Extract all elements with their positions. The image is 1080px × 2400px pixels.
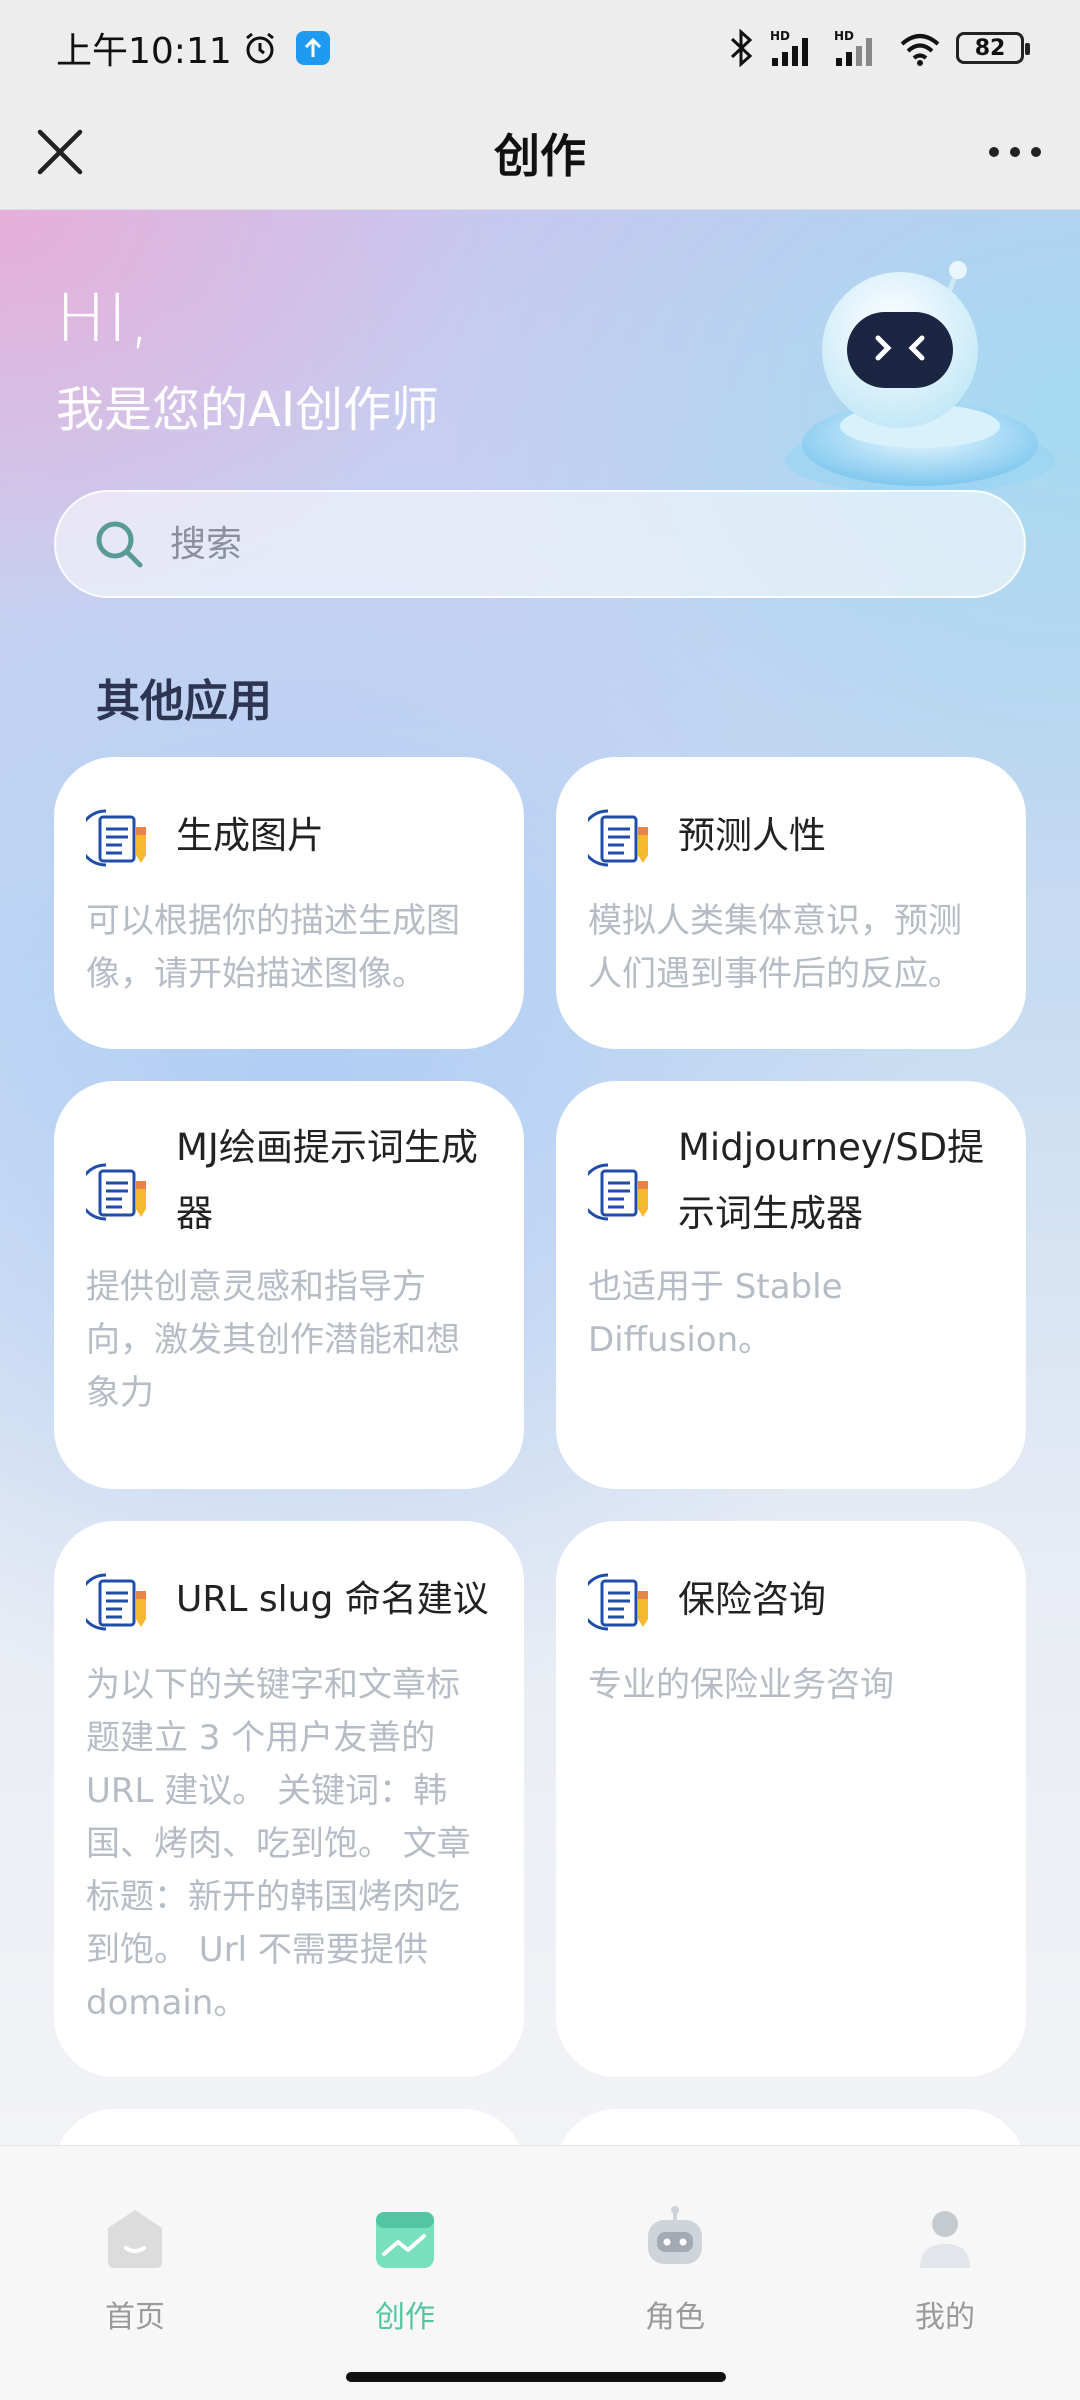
app-card-url-slug-naming[interactable]: URL slug 命名建议 为以下的关键字和文章标题建立 3 个用户友善的 UR… [54,1521,524,2077]
more-icon[interactable] [980,132,1050,172]
card-description: 模拟人类集体意识，预测人们遇到事件后的反应。 [588,901,962,994]
card-header: 保险咨询 [588,1567,994,1637]
signal-hd-icon: HD [834,29,872,66]
document-pen-icon [86,809,146,867]
document-pen-icon [86,1163,146,1221]
card-description: 为以下的关键字和文章标题建立 3 个用户友善的 URL 建议。 关键词：韩国、烤… [86,1665,471,2023]
tab-home[interactable]: 首页 [0,2146,270,2346]
tab-label: 创作 [375,2300,435,2335]
battery-icon: 82 [956,32,1030,64]
status-bar: 上午10:11 HD HD 82 [0,0,1080,96]
card-header: MJ绘画提示词生成器 [86,1126,492,1247]
main-content[interactable]: HI, 我是您的AI创作师 其他应用 [0,210,1080,2145]
tab-label: 首页 [105,2300,165,2335]
tab-label: 我的 [915,2300,975,2335]
card-title: MJ绘画提示词生成器 [176,1126,478,1235]
document-pen-icon [588,1573,648,1631]
nav-bar: 创作 [0,96,1080,210]
status-right: HD HD 82 [726,28,1030,68]
card-header: Midjourney/SD提示词生成器 [588,1126,994,1247]
status-left: 上午10:11 [56,22,330,74]
close-icon[interactable] [30,122,90,182]
robot-mascot-icon [785,261,1055,494]
home-icon [108,2210,162,2268]
card-header: 生成图片 [86,803,492,873]
card-title: 预测人性 [678,814,826,857]
section-title: 其他应用 [96,676,272,727]
status-time: 上午10:11 [56,31,232,72]
search-input[interactable] [170,523,970,565]
bottom-tab-bar: 首页 创作 角色 我的 [0,2145,1080,2400]
card-description: 提供创意灵感和指导方向，激发其创作潜能和想象力 [86,1267,460,1413]
greeting: HI, [56,280,153,357]
app-card-midjourney-sd-prompt-generator[interactable]: Midjourney/SD提示词生成器 也适用于 Stable Diffusio… [556,1081,1026,1489]
signal-hd-icon: HD [770,29,808,66]
app-card-predict-human-nature[interactable]: 预测人性 模拟人类集体意识，预测人们遇到事件后的反应。 [556,757,1026,1049]
create-icon [376,2212,434,2268]
card-header: 预测人性 [588,803,994,873]
search-bar[interactable] [54,490,1026,598]
tab-create[interactable]: 创作 [270,2146,540,2346]
bluetooth-icon [730,28,753,68]
card-title: 保险咨询 [678,1578,826,1621]
tab-label: 角色 [645,2300,705,2335]
wifi-icon [900,34,940,66]
app-card-partial[interactable] [54,2109,524,2145]
card-description: 可以根据你的描述生成图像，请开始描述图像。 [86,901,460,994]
card-description: 也适用于 Stable Diffusion。 [588,1267,843,1360]
page-title: 创作 [494,128,586,183]
document-pen-icon [588,809,648,867]
document-pen-icon [588,1163,648,1221]
greeting-subtitle: 我是您的AI创作师 [56,382,439,438]
search-icon [96,521,143,568]
upload-icon [295,31,330,65]
app-card-insurance-consulting[interactable]: 保险咨询 专业的保险业务咨询 [556,1521,1026,2077]
home-indicator[interactable] [346,2372,726,2382]
card-title: Midjourney/SD提示词生成器 [678,1126,985,1235]
battery-level: 82 [974,35,1006,61]
card-title: URL slug 命名建议 [176,1579,489,1620]
alarm-icon [245,32,274,64]
robot-icon [648,2206,702,2264]
app-card-generate-image[interactable]: 生成图片 可以根据你的描述生成图像，请开始描述图像。 [54,757,524,1049]
svg-text:HD: HD [770,29,790,43]
tab-roles[interactable]: 角色 [540,2146,810,2346]
svg-text:HD: HD [834,29,854,43]
document-pen-icon [86,1573,146,1631]
app-card-mj-prompt-generator[interactable]: MJ绘画提示词生成器 提供创意灵感和指导方向，激发其创作潜能和想象力 [54,1081,524,1489]
card-header: URL slug 命名建议 [86,1567,492,1637]
tab-mine[interactable]: 我的 [810,2146,1080,2346]
app-card-partial[interactable] [556,2109,1026,2145]
card-description: 专业的保险业务咨询 [588,1665,894,1705]
user-icon [920,2211,970,2268]
card-title: 生成图片 [176,814,324,857]
